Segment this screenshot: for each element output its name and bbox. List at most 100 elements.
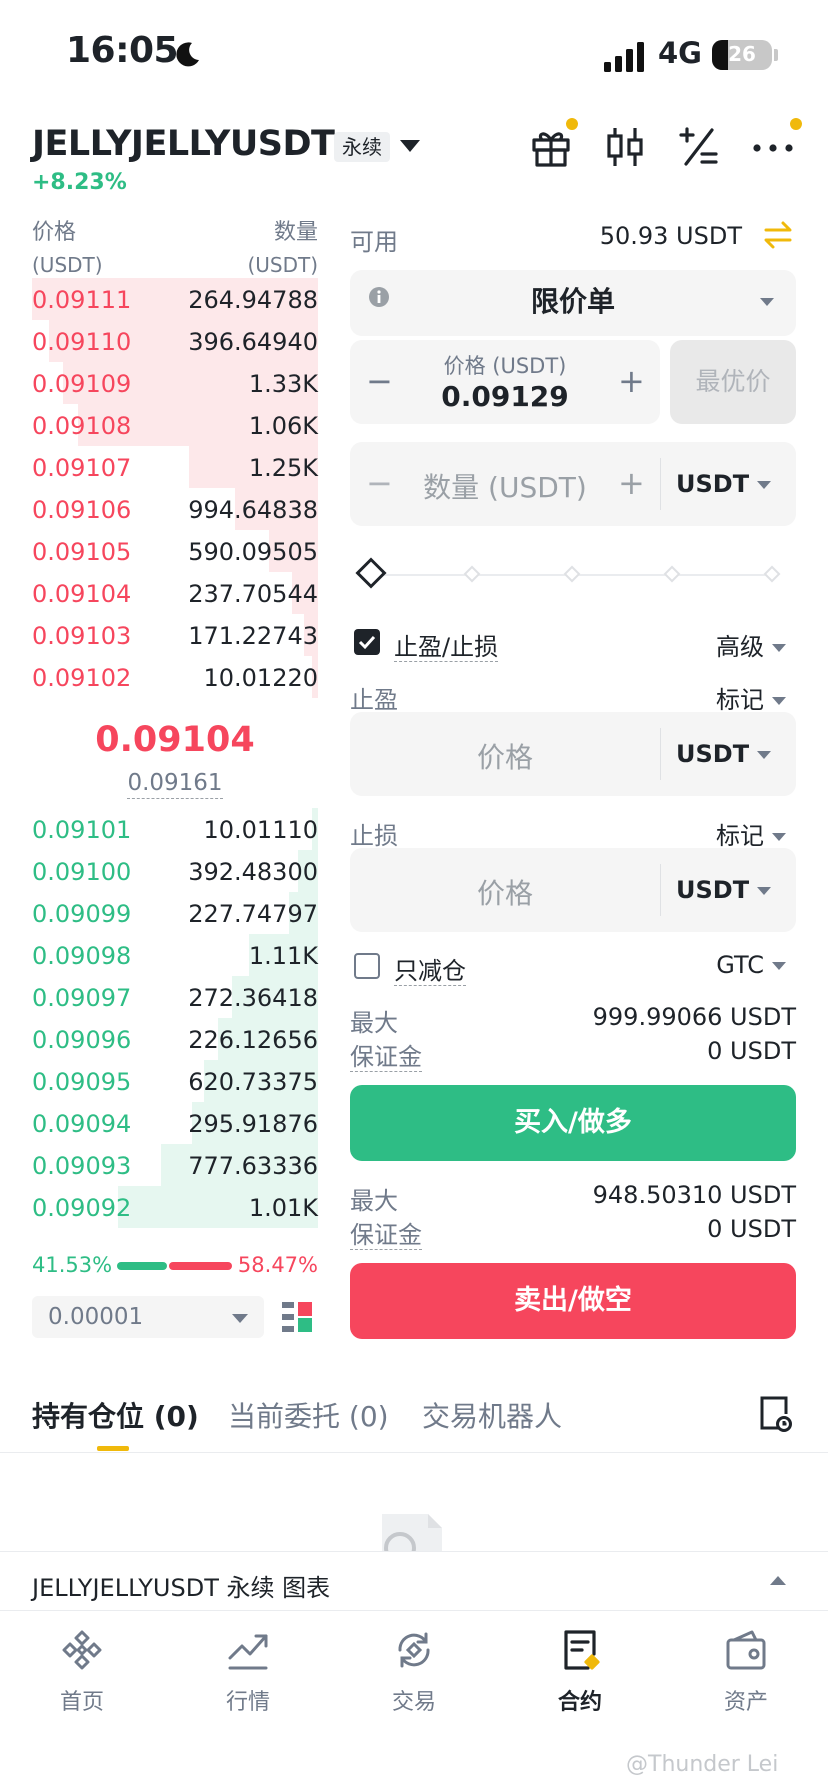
bid-row[interactable]: 0.09095 620.73375 — [32, 1060, 318, 1102]
order-history-icon[interactable] — [758, 1394, 792, 1432]
tab-indicator — [97, 1446, 129, 1451]
bid-row[interactable]: 0.09093 777.63336 — [32, 1144, 318, 1186]
ask-price: 0.09104 — [32, 580, 132, 608]
candlestick-icon[interactable] — [602, 124, 648, 170]
ask-row[interactable]: 0.09108 1.06K — [32, 404, 318, 446]
buy-margin-label: 保证金 — [350, 1043, 422, 1072]
ask-price: 0.09108 — [32, 412, 132, 440]
bid-quantity: 272.36418 — [188, 984, 318, 1012]
bid-row[interactable]: 0.09098 1.11K — [32, 934, 318, 976]
price-plus-icon[interactable]: + — [618, 362, 645, 400]
bid-row[interactable]: 0.09099 227.74797 — [32, 892, 318, 934]
bid-price: 0.09092 — [32, 1194, 132, 1222]
nav-assets[interactable]: 资产 — [686, 1628, 806, 1716]
symbol-dropdown-icon[interactable] — [400, 140, 420, 152]
bid-row[interactable]: 0.09096 226.12656 — [32, 1018, 318, 1060]
ask-price: 0.09106 — [32, 496, 132, 524]
price-input-value[interactable]: 0.09129 — [350, 380, 660, 413]
last-price[interactable]: 0.09104 — [32, 720, 318, 760]
ask-row[interactable]: 0.09105 590.09505 — [32, 530, 318, 572]
time-in-force-select[interactable]: GTC — [716, 951, 786, 979]
nav-assets-label: 资产 — [723, 1690, 768, 1715]
bid-price: 0.09093 — [32, 1152, 132, 1180]
slider-tick-50[interactable] — [563, 565, 581, 583]
qty-divider — [660, 458, 661, 510]
ask-row[interactable]: 0.09104 237.70544 — [32, 572, 318, 614]
reduce-only-checkbox[interactable] — [354, 953, 380, 979]
tp-trigger-select[interactable]: 标记 — [716, 680, 786, 715]
watermark: @Thunder Lei — [626, 1752, 779, 1777]
sl-unit-select[interactable]: USDT — [676, 876, 772, 904]
mark-price: 0.09161 — [32, 770, 318, 799]
bid-price: 0.09099 — [32, 900, 132, 928]
ask-price: 0.09103 — [32, 622, 132, 650]
calculator-icon[interactable] — [676, 124, 722, 170]
more-icon[interactable] — [750, 124, 796, 170]
tp-sl-checkbox[interactable] — [354, 629, 380, 655]
tp-price-placeholder: 价格 — [476, 741, 533, 774]
ask-row[interactable]: 0.09110 396.64940 — [32, 320, 318, 362]
gift-icon[interactable] — [528, 124, 574, 170]
ask-row[interactable]: 0.09111 264.94788 — [32, 278, 318, 320]
best-price-button[interactable]: 最优价 — [670, 340, 796, 424]
slider-handle[interactable] — [355, 557, 387, 589]
bid-row[interactable]: 0.09101 10.01110 — [32, 808, 318, 850]
chevron-up-icon[interactable] — [770, 1576, 786, 1585]
ask-price: 0.09102 — [32, 664, 132, 692]
take-profit-label: 止盈 — [350, 686, 398, 714]
ask-price: 0.09111 — [32, 286, 132, 314]
advanced-select[interactable]: 高级 — [716, 627, 786, 662]
ask-quantity: 264.94788 — [188, 286, 318, 314]
markets-icon — [228, 1634, 268, 1670]
nav-markets[interactable]: 行情 — [188, 1628, 308, 1716]
ask-row[interactable]: 0.09102 10.01220 — [32, 656, 318, 698]
book-layout-icon[interactable] — [280, 1300, 314, 1334]
slider-tick-25[interactable] — [463, 565, 481, 583]
tp-sl-label[interactable]: 止盈/止损 — [394, 627, 499, 662]
transfer-icon[interactable] — [762, 220, 794, 250]
bid-quantity: 1.01K — [248, 1194, 318, 1222]
ask-row[interactable]: 0.09109 1.33K — [32, 362, 318, 404]
slider-tick-100[interactable] — [763, 565, 781, 583]
buy-long-button[interactable]: 买入/做多 — [350, 1085, 796, 1161]
wallet-icon — [726, 1630, 766, 1670]
signal-icon — [604, 42, 644, 72]
sl-divider — [660, 864, 661, 916]
available-value: 50.93 USDT — [599, 222, 742, 250]
precision-select[interactable]: 0.00001 — [32, 1296, 264, 1338]
nav-trade[interactable]: 交易 — [354, 1628, 474, 1716]
ask-row[interactable]: 0.09107 1.25K — [32, 446, 318, 488]
ask-quantity: 171.22743 — [188, 622, 318, 650]
nav-futures[interactable]: 合约 — [520, 1628, 640, 1716]
bid-quantity: 392.48300 — [188, 858, 318, 886]
ask-row[interactable]: 0.09103 171.22743 — [32, 614, 318, 656]
bid-row[interactable]: 0.09094 295.91876 — [32, 1102, 318, 1144]
ask-price: 0.09110 — [32, 328, 132, 356]
ob-qty-header: 数量 — [273, 220, 318, 245]
bid-row[interactable]: 0.09092 1.01K — [32, 1186, 318, 1228]
tab-trading-bots[interactable]: 交易机器人 — [422, 1395, 562, 1435]
tab-positions[interactable]: 持有仓位 (0) — [32, 1395, 199, 1435]
sell-ratio: 58.47% — [237, 1253, 318, 1277]
qty-placeholder: 数量 (USDT) — [423, 471, 587, 504]
bid-row[interactable]: 0.09097 272.36418 — [32, 976, 318, 1018]
ask-row[interactable]: 0.09106 994.64838 — [32, 488, 318, 530]
available-label: 可用 — [350, 228, 398, 256]
tab-open-orders[interactable]: 当前委托 (0) — [228, 1395, 389, 1435]
battery-tip — [774, 49, 778, 61]
qty-unit-select[interactable]: USDT — [676, 470, 772, 498]
sell-margin-label: 保证金 — [350, 1221, 422, 1250]
reduce-only-label[interactable]: 只减仓 — [394, 951, 466, 986]
slider-tick-75[interactable] — [663, 565, 681, 583]
ask-quantity: 590.09505 — [188, 538, 318, 566]
qty-plus-icon[interactable]: + — [618, 464, 645, 502]
bid-quantity: 777.63336 — [188, 1152, 318, 1180]
nav-home[interactable]: 首页 — [22, 1628, 142, 1716]
tp-unit-select[interactable]: USDT — [676, 740, 772, 768]
sell-short-button[interactable]: 卖出/做空 — [350, 1263, 796, 1339]
chart-bar-label[interactable]: JELLYJELLYUSDT 永续 图表 — [32, 1568, 330, 1603]
sl-trigger-select[interactable]: 标记 — [716, 816, 786, 851]
bid-row[interactable]: 0.09100 392.48300 — [32, 850, 318, 892]
empty-state-icon — [382, 1514, 442, 1552]
contract-symbol[interactable]: JELLYJELLYUSDT — [32, 124, 335, 164]
